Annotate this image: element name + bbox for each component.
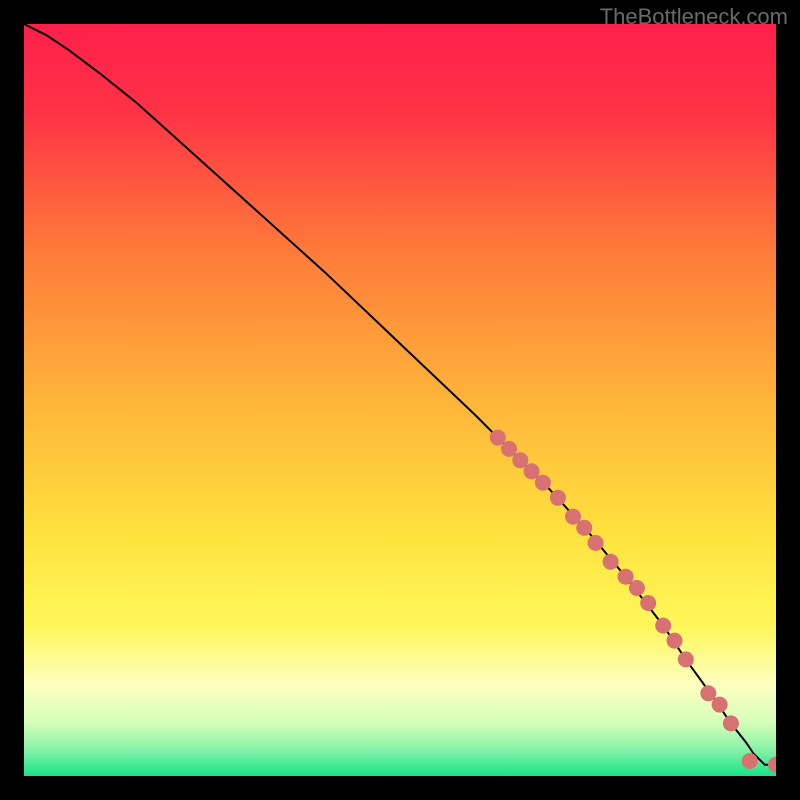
scatter-point <box>655 618 671 634</box>
chart-svg <box>24 24 776 776</box>
watermark-text: TheBottleneck.com <box>600 4 788 30</box>
scatter-point <box>618 569 634 585</box>
chart-plot-area <box>24 24 776 776</box>
scatter-point <box>667 633 683 649</box>
scatter-point <box>712 697 728 713</box>
scatter-point <box>603 554 619 570</box>
chart-background <box>24 24 776 776</box>
scatter-point <box>501 441 517 457</box>
scatter-point <box>723 715 739 731</box>
scatter-point <box>535 475 551 491</box>
scatter-point <box>640 595 656 611</box>
scatter-point <box>742 753 758 769</box>
scatter-point <box>678 651 694 667</box>
scatter-point <box>588 535 604 551</box>
scatter-point <box>576 520 592 536</box>
scatter-point <box>700 685 716 701</box>
scatter-point <box>550 490 566 506</box>
scatter-point <box>524 463 540 479</box>
scatter-point <box>629 580 645 596</box>
